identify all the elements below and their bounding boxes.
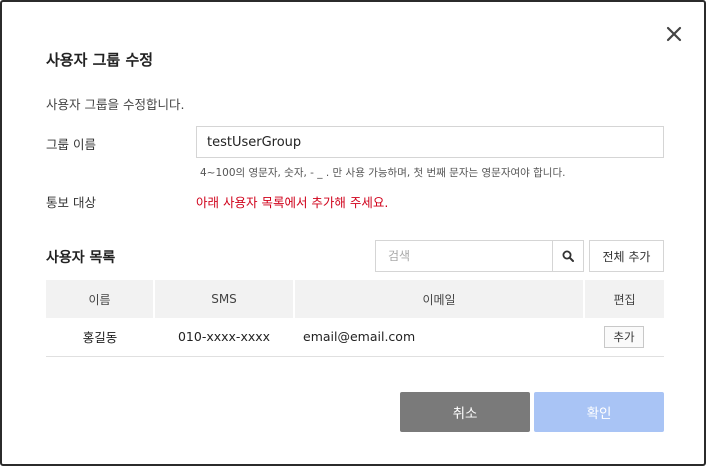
- cell-edit: 추가: [584, 318, 664, 357]
- notify-target-message: 아래 사용자 목록에서 추가해 주세요.: [196, 195, 389, 210]
- column-header-email: 이메일: [294, 280, 585, 318]
- group-name-hint: 4~100의 영문자, 숫자, - _ . 만 사용 가능하며, 첫 번째 문자…: [200, 167, 566, 179]
- edit-user-group-dialog: 사용자 그룹 수정 사용자 그룹을 수정합니다. 그룹 이름 4~100의 영문…: [0, 0, 706, 466]
- search-icon: [562, 247, 574, 266]
- search-button[interactable]: [552, 240, 584, 272]
- column-header-edit: 편집: [584, 280, 664, 318]
- table-header-row: 이름 SMS 이메일 편집: [46, 280, 664, 318]
- cell-sms: 010-xxxx-xxxx: [154, 318, 294, 357]
- confirm-button[interactable]: 확인: [534, 392, 664, 432]
- search-input[interactable]: [375, 240, 553, 272]
- column-header-name: 이름: [46, 280, 155, 318]
- dialog-title: 사용자 그룹 수정: [46, 51, 154, 69]
- group-name-label: 그룹 이름: [46, 137, 96, 152]
- user-list-table: 이름 SMS 이메일 편집 홍길동 010-xxxx-xxxx email@em…: [46, 280, 664, 357]
- cell-name: 홍길동: [46, 318, 154, 357]
- column-header-sms: SMS: [154, 280, 295, 318]
- add-user-button[interactable]: 추가: [604, 325, 644, 348]
- dialog-description: 사용자 그룹을 수정합니다.: [46, 97, 185, 112]
- group-name-input[interactable]: [196, 126, 664, 158]
- cell-email: email@email.com: [294, 318, 584, 357]
- table-row: 홍길동 010-xxxx-xxxx email@email.com 추가: [46, 318, 664, 357]
- add-all-button[interactable]: 전체 추가: [589, 240, 664, 272]
- cancel-button[interactable]: 취소: [400, 392, 530, 432]
- user-list-title: 사용자 목록: [46, 250, 116, 266]
- close-icon[interactable]: [662, 22, 686, 46]
- notify-target-label: 통보 대상: [46, 195, 96, 210]
